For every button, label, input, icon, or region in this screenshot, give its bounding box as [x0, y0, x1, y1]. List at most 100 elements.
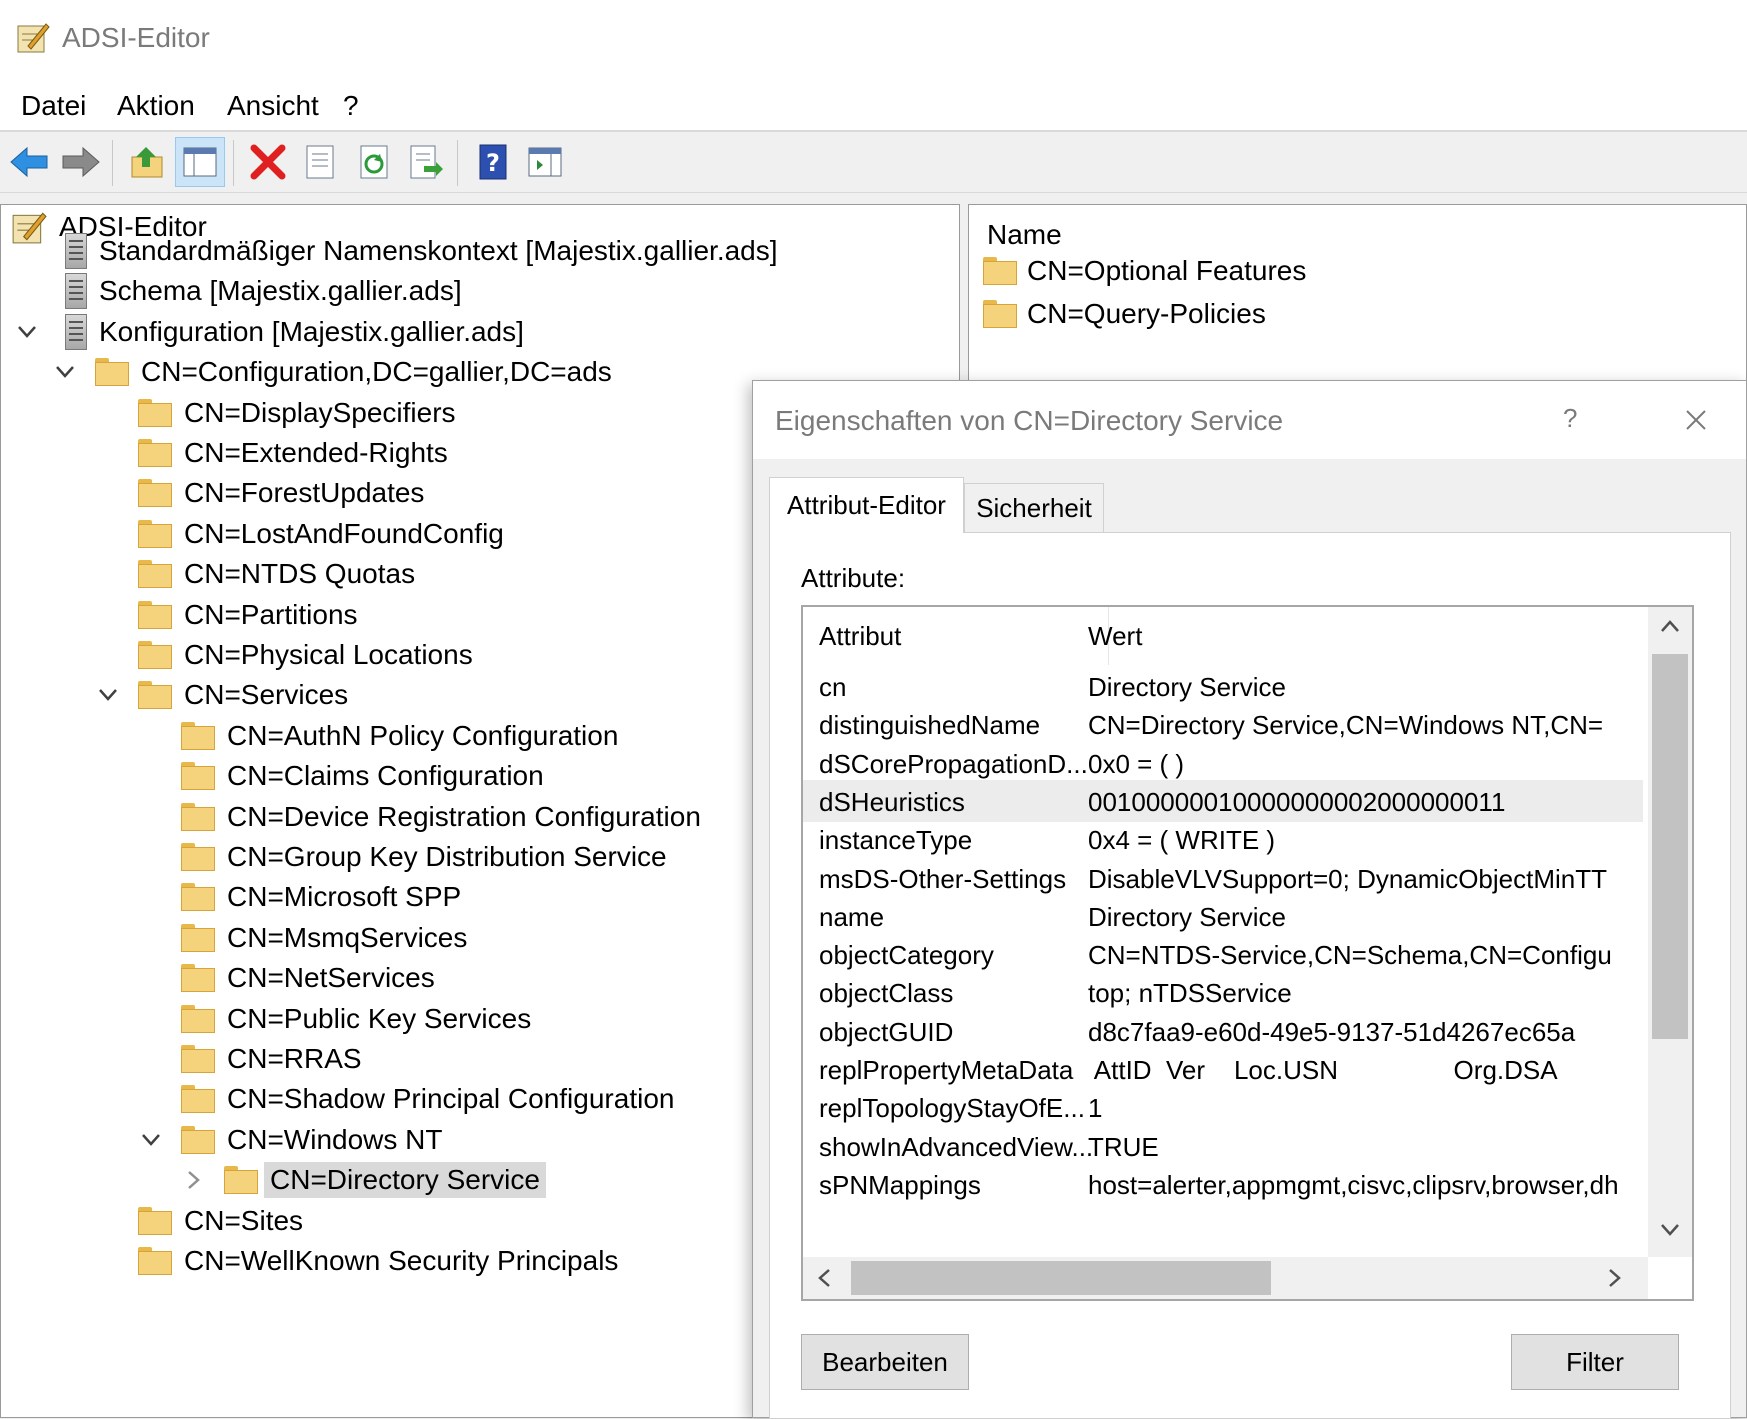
table-row[interactable]: cn Directory Service	[803, 665, 1643, 707]
help-icon[interactable]: ?	[468, 137, 518, 187]
tree-item[interactable]: CN=Public Key Services	[181, 997, 531, 1041]
adsi-editor-icon	[12, 212, 47, 244]
tree-item-selected[interactable]: CN=Directory Service	[188, 1158, 546, 1202]
horizontal-scrollbar[interactable]	[803, 1257, 1648, 1299]
table-row[interactable]: objectGUID d8c7faa9-e60d-49e5-9137-51d426…	[803, 1010, 1643, 1052]
table-row[interactable]: name Directory Service	[803, 895, 1643, 937]
dialog-title-bar: Eigenschaften von CN=Directory Service ?	[753, 381, 1746, 459]
folder-icon	[138, 398, 172, 427]
scroll-up-icon[interactable]	[1660, 619, 1680, 633]
tree-item[interactable]: CN=LostAndFoundConfig	[138, 512, 504, 556]
tree-item[interactable]: CN=Sites	[138, 1199, 303, 1243]
show-hide-action-pane-icon[interactable]	[520, 137, 570, 187]
tree-item-label: CN=Directory Service	[264, 1162, 546, 1199]
tree-item-label: CN=Microsoft SPP	[227, 881, 462, 913]
column-header-attribut[interactable]: Attribut	[819, 607, 901, 665]
tree-item[interactable]: Konfiguration [Majestix.gallier.ads]	[18, 310, 524, 354]
table-row[interactable]: dSCorePropagationD... 0x0 = ( )	[803, 742, 1643, 784]
tree-item-label: CN=ForestUpdates	[184, 477, 425, 509]
tree-item[interactable]: CN=Device Registration Configuration	[181, 795, 701, 839]
attribute-value: CN=Directory Service,CN=Windows NT,CN=	[1088, 710, 1604, 741]
tree-item[interactable]: CN=RRAS	[181, 1037, 362, 1081]
chevron-down-icon[interactable]	[96, 683, 120, 707]
tree-item[interactable]: Standardmäßiger Namenskontext [Majestix.…	[65, 229, 778, 273]
list-item[interactable]: CN=Query-Policies	[983, 292, 1266, 336]
horizontal-scroll-thumb[interactable]	[851, 1261, 1271, 1295]
up-folder-icon[interactable]	[123, 137, 173, 187]
tree-item-label: CN=Claims Configuration	[227, 760, 544, 792]
tree-item[interactable]: CN=ForestUpdates	[138, 471, 424, 515]
vertical-scroll-thumb[interactable]	[1652, 654, 1688, 1039]
table-row[interactable]: distinguishedName CN=Directory Service,CN…	[803, 703, 1643, 745]
tree-item[interactable]: CN=Microsoft SPP	[181, 875, 461, 919]
filter-button[interactable]: Filter	[1511, 1334, 1679, 1390]
tree-item[interactable]: CN=Configuration,DC=gallier,DC=ads	[56, 350, 612, 394]
chevron-down-icon[interactable]	[53, 360, 77, 384]
column-header-wert[interactable]: Wert	[1088, 607, 1142, 665]
chevron-down-icon[interactable]	[15, 320, 39, 344]
folder-icon	[181, 964, 215, 993]
scroll-right-icon[interactable]	[1608, 1268, 1622, 1288]
attribute-name: msDS-Other-Settings	[819, 863, 1067, 894]
tree-item[interactable]: CN=AuthN Policy Configuration	[181, 714, 618, 758]
menu-aktion[interactable]: Aktion	[117, 90, 195, 122]
tree-item[interactable]: CN=Claims Configuration	[181, 754, 544, 798]
tree-item[interactable]: CN=DisplaySpecifiers	[138, 391, 456, 435]
tree-item[interactable]: CN=MsmqServices	[181, 916, 467, 960]
back-arrow-icon[interactable]	[4, 137, 54, 187]
attribute-value: CN=NTDS-Service,CN=Schema,CN=Configu	[1088, 940, 1612, 971]
table-row[interactable]: dSHeuristics 0010000001000000000200000001…	[803, 779, 1643, 822]
table-row[interactable]: objectCategory CN=NTDS-Service,CN=Schema,…	[803, 933, 1643, 975]
close-icon[interactable]	[1671, 395, 1721, 445]
table-row[interactable]: instanceType 0x4 = ( WRITE )	[803, 818, 1643, 860]
table-row[interactable]: objectClass top; nTDSService	[803, 971, 1643, 1013]
tree-item-label: CN=MsmqServices	[227, 921, 468, 953]
properties-icon[interactable]	[295, 137, 345, 187]
tree-item[interactable]: CN=Group Key Distribution Service	[181, 835, 667, 879]
menu-datei[interactable]: Datei	[21, 90, 86, 122]
list-item[interactable]: CN=Optional Features	[983, 249, 1306, 293]
chevron-right-icon[interactable]	[182, 1168, 206, 1192]
export-list-icon[interactable]	[401, 137, 451, 187]
scroll-down-icon[interactable]	[1660, 1223, 1680, 1237]
tree-item[interactable]: CN=Shadow Principal Configuration	[181, 1077, 674, 1121]
scroll-left-icon[interactable]	[817, 1268, 831, 1288]
delete-icon[interactable]	[243, 137, 293, 187]
tree-item[interactable]: CN=Windows NT	[142, 1118, 442, 1162]
table-row[interactable]: msDS-Other-Settings DisableVLVSupport=0; …	[803, 857, 1643, 899]
attribute-name: name	[819, 901, 885, 932]
tree-item-label: CN=NetServices	[227, 962, 435, 994]
folder-icon	[138, 681, 172, 710]
tree-item[interactable]: Schema [Majestix.gallier.ads]	[65, 269, 462, 313]
tree-item[interactable]: CN=Physical Locations	[138, 633, 473, 677]
table-row[interactable]: showInAdvancedView... TRUE	[803, 1125, 1643, 1167]
column-header-name[interactable]: Name	[987, 219, 1062, 251]
table-row[interactable]: sPNMappings host=alerter,appmgmt,cisvc,cl…	[803, 1163, 1643, 1205]
tree-item-label: CN=LostAndFoundConfig	[184, 517, 504, 549]
tree-item[interactable]: CN=NTDS Quotas	[138, 552, 415, 596]
folder-icon	[181, 1045, 215, 1073]
tree-item-label: CN=Group Key Distribution Service	[227, 841, 667, 872]
folder-icon	[138, 479, 172, 508]
tree-item[interactable]: CN=WellKnown Security Principals	[138, 1239, 618, 1283]
properties-dialog: Eigenschaften von CN=Directory Service ?…	[752, 380, 1747, 1419]
vertical-scrollbar[interactable]	[1648, 607, 1692, 1257]
folder-icon	[181, 802, 215, 831]
menu-help[interactable]: ?	[343, 90, 359, 122]
refresh-icon[interactable]	[349, 137, 399, 187]
table-row[interactable]: replTopologyStayOfE... 1	[803, 1086, 1643, 1128]
tree-item[interactable]: CN=NetServices	[181, 956, 435, 1000]
tree-item-label: Konfiguration [Majestix.gallier.ads]	[99, 315, 524, 347]
forward-arrow-icon[interactable]	[56, 137, 106, 187]
dialog-help-button[interactable]: ?	[1563, 403, 1577, 434]
edit-button[interactable]: Bearbeiten	[801, 1334, 969, 1390]
chevron-down-icon[interactable]	[139, 1128, 163, 1152]
tab-attribut-editor[interactable]: Attribut-Editor	[769, 477, 964, 533]
tree-item[interactable]: CN=Services	[99, 673, 348, 717]
tree-item[interactable]: CN=Extended-Rights	[138, 431, 448, 475]
menu-ansicht[interactable]: Ansicht	[227, 90, 319, 122]
table-row[interactable]: replPropertyMetaData AttID Ver Loc.USN O…	[803, 1048, 1643, 1090]
tab-sicherheit[interactable]: Sicherheit	[964, 483, 1104, 533]
show-hide-tree-icon[interactable]	[175, 137, 225, 187]
tree-item[interactable]: CN=Partitions	[138, 593, 358, 637]
